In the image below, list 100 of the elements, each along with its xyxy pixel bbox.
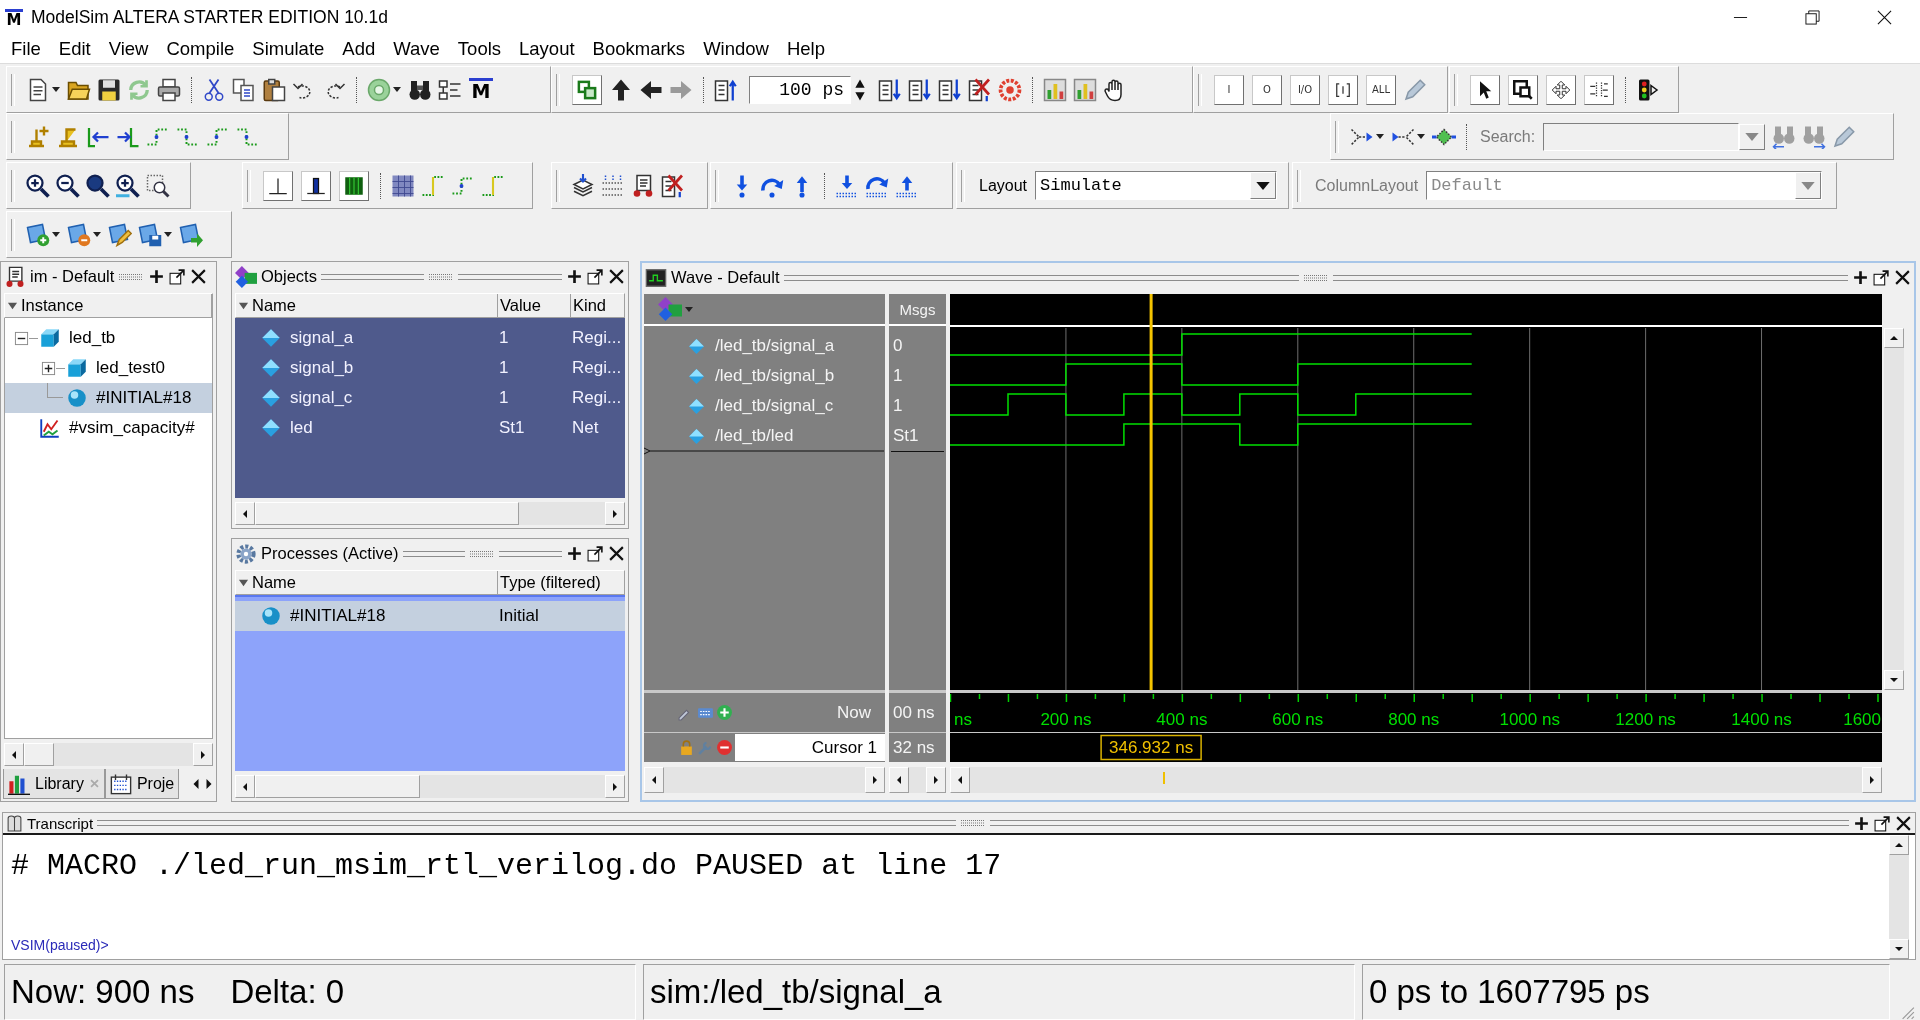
signal-waveform[interactable] <box>950 423 1473 446</box>
left-arrow-icon[interactable] <box>956 776 964 784</box>
down-arrow-icon[interactable] <box>1890 676 1898 684</box>
printer-icon[interactable] <box>157 77 181 102</box>
caret-icon[interactable] <box>1417 134 1425 139</box>
column-header[interactable]: Name <box>236 571 498 594</box>
column-header[interactable]: Msgs <box>899 300 936 318</box>
box-arrow-icon[interactable] <box>587 268 604 285</box>
left-arrow-icon[interactable] <box>895 776 903 784</box>
left-arrow-icon[interactable] <box>10 750 18 759</box>
vertical-line-button[interactable] <box>263 170 293 201</box>
close-icon[interactable] <box>1895 814 1912 832</box>
box-arrow-icon[interactable] <box>1873 269 1890 286</box>
filter-button[interactable] <box>1328 74 1358 105</box>
close-icon[interactable] <box>1876 9 1892 25</box>
left-arrow-icon[interactable] <box>191 778 201 790</box>
remove-circle-icon[interactable] <box>716 739 733 756</box>
plus-icon[interactable] <box>566 268 583 285</box>
horizontal-scrollbar[interactable] <box>950 767 1882 793</box>
menu-item[interactable]: Edit <box>49 37 100 60</box>
restore-icon[interactable] <box>1804 9 1820 25</box>
right-arrow-icon[interactable] <box>611 509 619 518</box>
horizontal-scrollbar[interactable] <box>235 775 625 798</box>
right-arrow-icon[interactable] <box>199 750 207 759</box>
tree-item[interactable]: led_test0 <box>5 353 212 383</box>
dotted-step-icon[interactable] <box>481 173 505 198</box>
menu-item[interactable]: View <box>99 37 158 60</box>
process-row[interactable]: #INITIAL#18 Initial <box>235 601 625 631</box>
binoculars-arrow-icon[interactable] <box>1772 124 1797 149</box>
right-arrow-icon[interactable] <box>1868 776 1876 784</box>
vertical-scrollbar[interactable] <box>1889 835 1909 959</box>
column-header[interactable]: Instance <box>5 294 212 317</box>
plus-icon[interactable] <box>1852 269 1869 286</box>
grip-icon[interactable] <box>469 549 496 558</box>
document-up-arrow-icon[interactable] <box>714 77 738 102</box>
caret-icon[interactable] <box>1376 134 1384 139</box>
plus-icon[interactable] <box>1853 814 1870 832</box>
move-arrows-button[interactable] <box>1546 74 1576 105</box>
bar-chart-icon[interactable] <box>1073 77 1097 102</box>
tab[interactable]: Proje <box>104 769 180 799</box>
linked-squares-button[interactable] <box>572 74 602 105</box>
dotted-grid-icon[interactable] <box>601 173 625 198</box>
object-name[interactable]: signal_c <box>290 388 353 408</box>
bar-chart-icon[interactable] <box>1043 77 1067 102</box>
caret-icon[interactable] <box>52 232 60 237</box>
expand-icon[interactable] <box>41 360 56 376</box>
horizontal-scrollbar[interactable] <box>235 502 625 525</box>
signal-name[interactable]: /led_tb/signal_c <box>715 396 834 416</box>
document-cross-icon[interactable] <box>968 77 992 102</box>
scrollbar-thumb[interactable] <box>24 743 54 766</box>
filter-button[interactable]: I <box>1214 74 1244 105</box>
grip-icon[interactable] <box>428 272 455 281</box>
up-arrow-icon[interactable] <box>609 77 633 102</box>
document-down-arrow-icon[interactable] <box>908 77 932 102</box>
column-header[interactable]: Name <box>236 294 498 317</box>
signal-name[interactable]: /led_tb/led <box>715 426 794 446</box>
copy-icon[interactable] <box>232 77 256 102</box>
signal-waveform[interactable] <box>950 363 1473 386</box>
column-header[interactable]: Value <box>498 294 571 317</box>
plus-icon[interactable] <box>566 545 583 562</box>
signal-waveform[interactable] <box>950 393 1473 416</box>
zoom-in-icon[interactable] <box>26 173 50 198</box>
horizontal-scrollbar[interactable] <box>4 743 213 766</box>
right-arrow-icon[interactable] <box>204 778 214 790</box>
object-name[interactable]: signal_a <box>290 328 354 348</box>
menu-item[interactable]: Add <box>333 37 385 60</box>
zoom-out-icon[interactable] <box>56 173 80 198</box>
box-arrow-icon[interactable] <box>587 545 604 562</box>
window-pencil-icon[interactable] <box>108 222 132 247</box>
magnifier-icon[interactable] <box>86 173 110 198</box>
window-minus-icon[interactable] <box>67 222 91 247</box>
caret-icon[interactable] <box>93 232 101 237</box>
close-icon[interactable] <box>190 268 208 285</box>
caret-icon[interactable] <box>393 87 401 92</box>
filter-button[interactable]: I/O <box>1290 74 1320 105</box>
menu-item[interactable]: File <box>2 37 50 60</box>
marker-plus-icon[interactable] <box>26 124 50 149</box>
horizontal-scrollbar[interactable] <box>644 767 885 793</box>
zoom-box-button[interactable] <box>1508 74 1538 105</box>
menu-item[interactable]: Layout <box>510 37 584 60</box>
dotted-magnifier-icon[interactable] <box>146 173 170 198</box>
grip-icon[interactable] <box>960 819 987 827</box>
horizontal-scrollbar[interactable] <box>889 767 946 793</box>
cursor-line[interactable] <box>1149 294 1153 690</box>
tab[interactable]: Library <box>3 769 105 799</box>
document-down-arrow-icon[interactable] <box>938 77 962 102</box>
menu-item[interactable]: Compile <box>157 37 244 60</box>
vertical-scrollbar[interactable] <box>1884 328 1904 690</box>
grid-square-icon[interactable] <box>391 173 415 198</box>
menu-item[interactable]: Bookmarks <box>583 37 695 60</box>
menu-item[interactable]: Window <box>694 37 778 60</box>
left-arrow-icon[interactable] <box>241 782 249 791</box>
layout-dropdown[interactable]: Simulate <box>1035 171 1278 200</box>
grip-icon[interactable] <box>118 272 145 281</box>
tree-item[interactable]: led_tb <box>5 323 212 353</box>
up-arrow-icon[interactable] <box>1890 334 1898 342</box>
scroll-wheels-icon[interactable] <box>631 173 655 198</box>
filter-button[interactable]: O <box>1252 74 1282 105</box>
binoculars-arrow-icon[interactable] <box>1802 124 1827 149</box>
plus-icon[interactable] <box>148 268 166 285</box>
